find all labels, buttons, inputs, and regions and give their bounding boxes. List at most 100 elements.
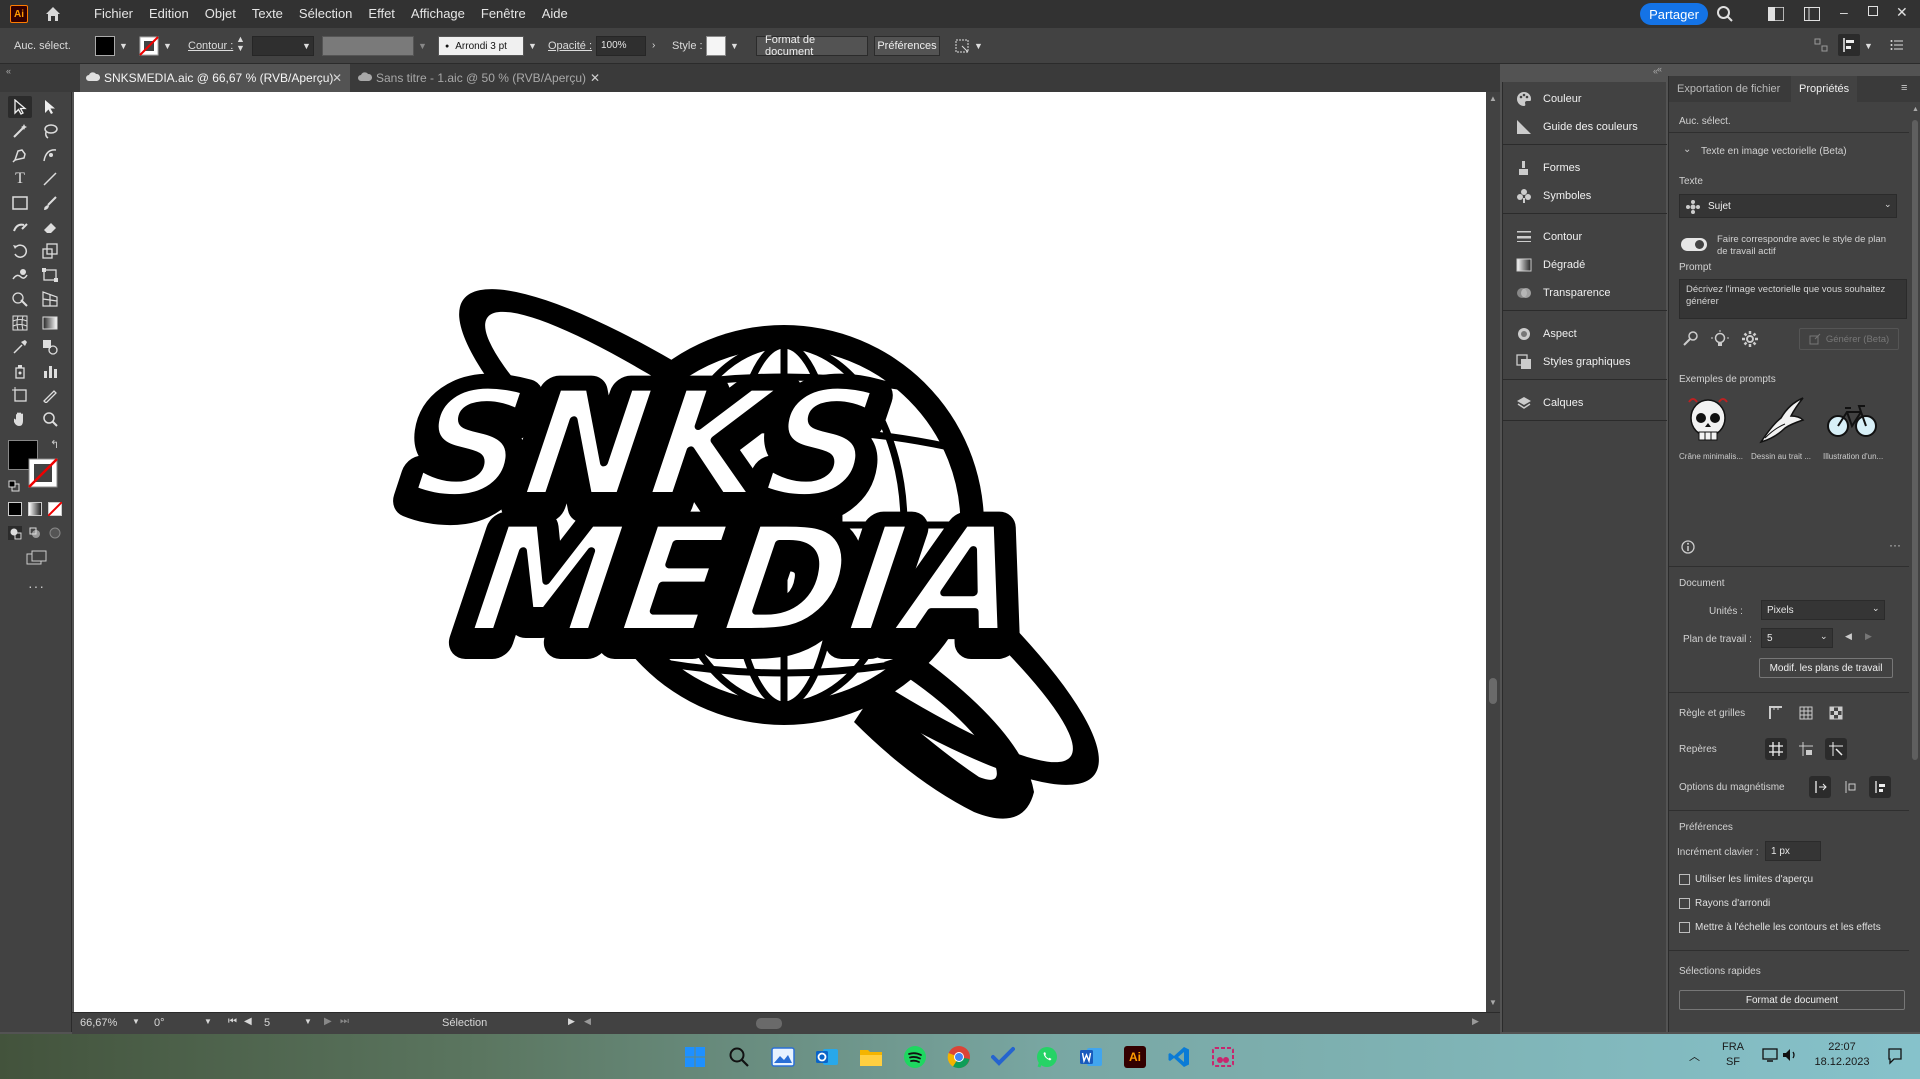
menu-fenetre[interactable]: Fenêtre: [473, 0, 534, 28]
style-swatch[interactable]: [706, 36, 726, 56]
selection-tool-icon[interactable]: [8, 96, 32, 118]
snks-media-logo[interactable]: SNKS SNKS MEDIA MEDIA: [74, 92, 1486, 1012]
rotate-tool-icon[interactable]: [8, 240, 32, 262]
vscode-icon[interactable]: [1166, 1044, 1192, 1070]
gradient-tool-icon[interactable]: [38, 312, 62, 334]
shaper-tool-icon[interactable]: [8, 216, 32, 238]
menu-objet[interactable]: Objet: [197, 0, 244, 28]
next-artboard-icon[interactable]: ▶: [324, 1016, 332, 1027]
keyboard-increment-field[interactable]: 1 px: [1765, 841, 1821, 861]
keyboard-layout[interactable]: SF: [1720, 1056, 1746, 1068]
chrome-icon[interactable]: [946, 1044, 972, 1070]
example-bicycle[interactable]: Illustration d'un...: [1823, 394, 1883, 464]
transparency-grid-icon[interactable]: [1825, 702, 1847, 724]
word-icon[interactable]: [1078, 1044, 1104, 1070]
workspace-icon[interactable]: [1768, 7, 1784, 21]
menu-edition[interactable]: Edition: [141, 0, 197, 28]
scale-strokes-checkbox[interactable]: Mettre à l'échelle les contours et les e…: [1679, 922, 1881, 933]
eyedropper-tool-icon[interactable]: [8, 336, 32, 358]
artboard[interactable]: SNKS SNKS MEDIA MEDIA: [74, 92, 1486, 1012]
chevron-down-icon[interactable]: ▼: [302, 41, 311, 51]
status-menu-icon[interactable]: ▶: [568, 1016, 575, 1027]
menu-aide[interactable]: Aide: [534, 0, 576, 28]
preview-bounds-checkbox[interactable]: Utiliser les limites d'aperçu: [1679, 874, 1813, 885]
curvature-tool-icon[interactable]: [38, 144, 62, 166]
chevron-down-icon[interactable]: ▼: [1864, 41, 1873, 51]
scroll-right-icon[interactable]: ▶: [1472, 1016, 1479, 1027]
scroll-up-icon[interactable]: ▲: [1912, 106, 1919, 113]
scroll-up-icon[interactable]: ▲: [1489, 94, 1497, 103]
free-transform-tool-icon[interactable]: [38, 264, 62, 286]
perspective-grid-tool-icon[interactable]: [38, 288, 62, 310]
rectangle-tool-icon[interactable]: [8, 192, 32, 214]
menu-texte[interactable]: Texte: [244, 0, 291, 28]
shape-builder-tool-icon[interactable]: [8, 288, 32, 310]
show-guides-icon[interactable]: [1765, 738, 1787, 760]
stroke-color-swatch[interactable]: [28, 458, 58, 488]
share-button[interactable]: Partager: [1640, 3, 1708, 25]
opacity-label[interactable]: Opacité :: [548, 40, 592, 52]
document-format-button[interactable]: Format de document: [756, 34, 868, 58]
quick-document-format-button[interactable]: Format de document: [1679, 990, 1905, 1010]
zoom-field[interactable]: 66,67%: [80, 1017, 117, 1029]
example-bird[interactable]: Dessin au trait ...: [1751, 394, 1811, 464]
none-mode-icon[interactable]: [48, 502, 62, 516]
lasso-tool-icon[interactable]: [38, 120, 62, 142]
default-colors-icon[interactable]: [8, 480, 20, 492]
chevron-down-icon[interactable]: ▼: [418, 41, 427, 51]
prompt-textarea[interactable]: Décrivez l'image vectorielle que vous so…: [1679, 279, 1907, 319]
menu-effet[interactable]: Effet: [360, 0, 403, 28]
snipping-tool-icon[interactable]: [1210, 1044, 1236, 1070]
previous-artboard-icon[interactable]: ◀: [1845, 631, 1852, 642]
tab-snksmedia[interactable]: SNKSMEDIA.aic @ 66,67 % (RVB/Aperçu) ✕: [80, 64, 350, 92]
maximize-icon[interactable]: [1868, 6, 1878, 16]
last-artboard-icon[interactable]: ⏭: [340, 1016, 349, 1027]
more-tools-icon[interactable]: ···: [28, 578, 45, 594]
match-style-toggle[interactable]: [1681, 238, 1707, 251]
close-tab-icon[interactable]: ✕: [590, 71, 600, 85]
dock-symboles[interactable]: Symboles: [1503, 184, 1667, 208]
panel-options-icon[interactable]: ≡: [1901, 82, 1907, 94]
corner-radius-checkbox[interactable]: Rayons d'arrondi: [1679, 898, 1770, 909]
fill-swatch[interactable]: [95, 36, 115, 56]
transform-icon[interactable]: [954, 38, 970, 54]
panel-scrollbar[interactable]: ▲: [1911, 106, 1919, 966]
style-picker-icon[interactable]: [1681, 330, 1699, 348]
eraser-tool-icon[interactable]: [38, 216, 62, 238]
lightbulb-icon[interactable]: [1711, 330, 1729, 348]
draw-normal-icon[interactable]: [8, 526, 22, 540]
snap-to-glyph-icon[interactable]: [1869, 776, 1891, 798]
close-icon[interactable]: ✕: [1896, 4, 1908, 21]
show-hidden-icons-icon[interactable]: ︿: [1689, 1048, 1700, 1064]
minimize-icon[interactable]: –: [1840, 4, 1848, 20]
volume-icon[interactable]: [1782, 1048, 1798, 1062]
windows-start-icon[interactable]: [682, 1044, 708, 1070]
artboard-dropdown[interactable]: 5 ⌄: [1761, 628, 1833, 648]
align-icon[interactable]: [1838, 34, 1860, 56]
vertical-scrollbar[interactable]: ▲ ▼: [1486, 92, 1500, 1012]
first-artboard-icon[interactable]: ⏮: [228, 1016, 237, 1027]
settings-gear-icon[interactable]: [1741, 330, 1759, 348]
column-graph-tool-icon[interactable]: [38, 360, 62, 382]
variable-width-profile[interactable]: [322, 36, 414, 56]
chevron-down-icon[interactable]: ▼: [132, 1017, 140, 1026]
draw-inside-icon[interactable]: [48, 526, 62, 540]
rotation-field[interactable]: 0°: [154, 1017, 165, 1029]
language-indicator[interactable]: FRA: [1720, 1041, 1746, 1053]
dock-formes[interactable]: Formes: [1503, 156, 1667, 180]
snap-to-point-icon[interactable]: [1809, 776, 1831, 798]
scroll-down-icon[interactable]: ▼: [1489, 998, 1497, 1007]
arrange-icon[interactable]: [1814, 38, 1828, 52]
dock-calques[interactable]: Calques: [1503, 391, 1667, 415]
tab-sans-titre[interactable]: Sans titre - 1.aic @ 50 % (RVB/Aperçu) ✕: [352, 64, 608, 92]
slice-tool-icon[interactable]: [38, 384, 62, 406]
collapse-toolbar-icon[interactable]: «: [6, 66, 11, 76]
chevron-down-icon[interactable]: ▼: [163, 41, 172, 51]
close-tab-icon[interactable]: ✕: [332, 71, 342, 85]
menu-fichier[interactable]: Fichier: [86, 0, 141, 28]
stroke-swatch[interactable]: [139, 36, 159, 56]
dock-styles-graphiques[interactable]: Styles graphiques: [1503, 350, 1667, 374]
mesh-tool-icon[interactable]: [8, 312, 32, 334]
more-options-icon[interactable]: ···: [1889, 538, 1901, 552]
zoom-tool-icon[interactable]: [38, 408, 62, 430]
